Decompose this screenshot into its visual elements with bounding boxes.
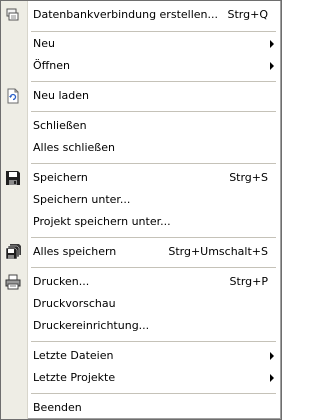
menu-separator bbox=[31, 267, 276, 268]
menu-item-label: Druckvorschau bbox=[33, 297, 116, 310]
menu-item-save-project-as[interactable]: Projekt speichern unter... bbox=[2, 211, 279, 233]
menu-separator bbox=[31, 341, 276, 342]
menu-item-exit[interactable]: Beenden bbox=[2, 397, 279, 419]
menu-item-print-setup[interactable]: Druckereinrichtung... bbox=[2, 315, 279, 337]
menu-item-print-preview[interactable]: Druckvorschau bbox=[2, 293, 279, 315]
menu-item-label: Schließen bbox=[33, 119, 87, 132]
menu-item-open[interactable]: Öffnen bbox=[2, 55, 279, 77]
reload-icon bbox=[5, 88, 21, 104]
menu-item-save[interactable]: Speichern Strg+S bbox=[2, 167, 279, 189]
menu-item-label: Letzte Dateien bbox=[33, 349, 114, 362]
menu-item-label: Speichern bbox=[33, 171, 88, 184]
save-all-icon bbox=[5, 244, 21, 260]
database-connection-icon bbox=[5, 7, 21, 23]
printer-icon bbox=[5, 274, 21, 290]
menu-item-shortcut: Strg+Q bbox=[227, 8, 268, 21]
menu-item-create-db-connection[interactable]: Datenbankverbindung erstellen... Strg+Q bbox=[2, 4, 279, 26]
menu-separator bbox=[31, 163, 276, 164]
menu-item-print[interactable]: Drucken... Strg+P bbox=[2, 271, 279, 293]
menu-item-label: Letzte Projekte bbox=[33, 371, 116, 384]
menu-item-label: Datenbankverbindung erstellen... bbox=[33, 8, 218, 21]
file-menu: Datenbankverbindung erstellen... Strg+Q … bbox=[0, 0, 282, 420]
menu-item-reload[interactable]: Neu laden bbox=[2, 85, 279, 107]
menu-item-close-all[interactable]: Alles schließen bbox=[2, 137, 279, 159]
menu-item-new[interactable]: Neu bbox=[2, 33, 279, 55]
menu-item-label: Neu bbox=[33, 37, 55, 50]
submenu-arrow-icon bbox=[270, 352, 274, 360]
menu-item-close[interactable]: Schließen bbox=[2, 115, 279, 137]
menu-item-recent-files[interactable]: Letzte Dateien bbox=[2, 345, 279, 367]
menu-separator bbox=[31, 81, 276, 82]
menu-item-label: Druckereinrichtung... bbox=[33, 319, 150, 332]
menu-item-label: Beenden bbox=[33, 401, 82, 414]
menu-item-shortcut: Strg+P bbox=[229, 275, 268, 288]
submenu-arrow-icon bbox=[270, 40, 274, 48]
menu-separator bbox=[31, 111, 276, 112]
menu-separator bbox=[31, 393, 276, 394]
menu-item-label: Neu laden bbox=[33, 89, 89, 102]
submenu-arrow-icon bbox=[270, 62, 274, 70]
menu-separator bbox=[31, 237, 276, 238]
menu-separator bbox=[31, 31, 276, 32]
menu-item-shortcut: Strg+S bbox=[229, 171, 268, 184]
floppy-disk-icon bbox=[5, 170, 21, 186]
menu-item-label: Drucken... bbox=[33, 275, 90, 288]
menu-item-label: Projekt speichern unter... bbox=[33, 215, 171, 228]
menu-item-recent-projects[interactable]: Letzte Projekte bbox=[2, 367, 279, 389]
menu-item-label: Öffnen bbox=[33, 59, 70, 72]
menu-item-label: Alles speichern bbox=[33, 245, 117, 258]
menu-item-label: Alles schließen bbox=[33, 141, 115, 154]
menu-item-save-all[interactable]: Alles speichern Strg+Umschalt+S bbox=[2, 241, 279, 263]
menu-item-shortcut: Strg+Umschalt+S bbox=[168, 245, 268, 258]
menu-item-label: Speichern unter... bbox=[33, 193, 131, 206]
submenu-arrow-icon bbox=[270, 374, 274, 382]
menu-item-save-as[interactable]: Speichern unter... bbox=[2, 189, 279, 211]
